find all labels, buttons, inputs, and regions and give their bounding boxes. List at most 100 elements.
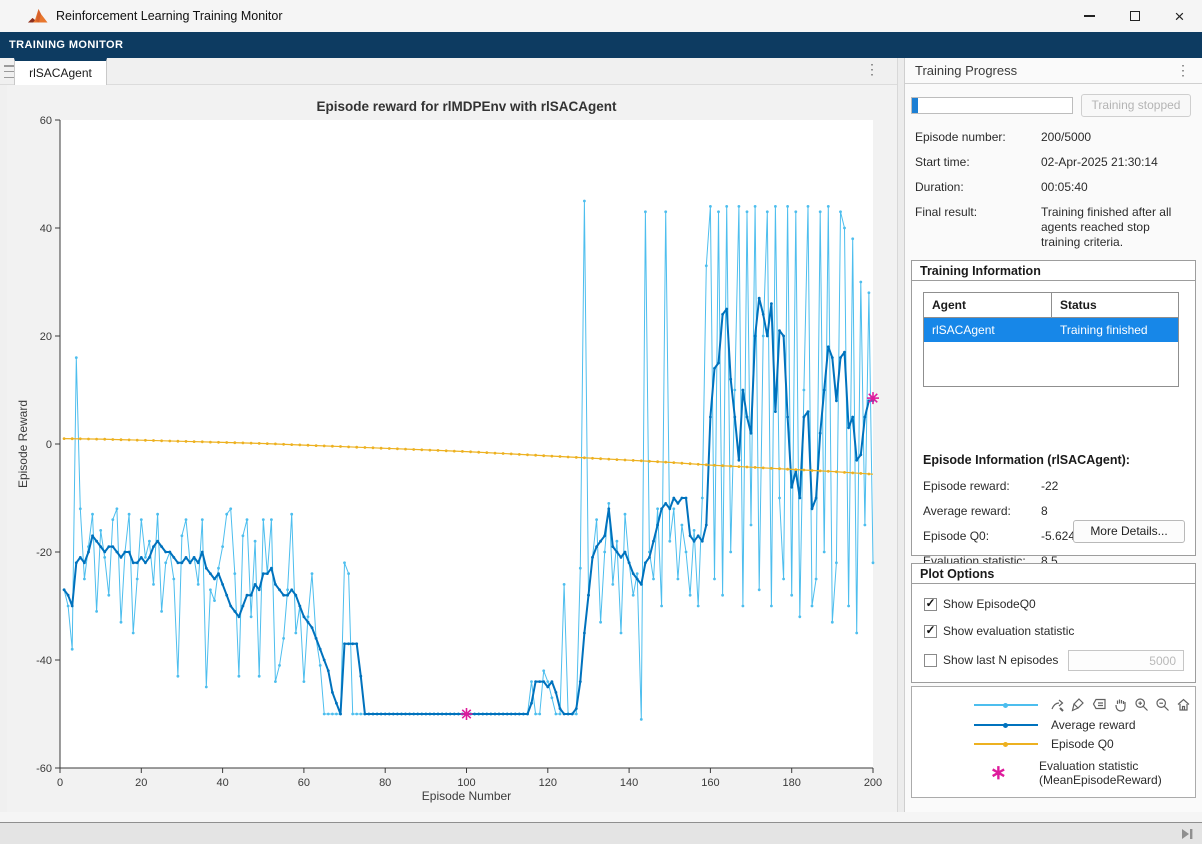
svg-text:Episode reward for rlMDPEnv wi: Episode reward for rlMDPEnv with rlSACAg… <box>316 99 617 114</box>
field-value: 200/5000 <box>1041 130 1192 145</box>
pan-icon[interactable] <box>1111 695 1129 713</box>
ribbon-tab-label[interactable]: TRAINING MONITOR <box>9 39 123 51</box>
zoom-out-icon[interactable] <box>1153 695 1171 713</box>
svg-text:-60: -60 <box>36 763 52 775</box>
n-episodes-input[interactable] <box>1068 650 1184 671</box>
tab-label: rlSACAgent <box>29 66 92 80</box>
close-icon: × <box>1175 8 1185 25</box>
plot-options-section: Plot Options Show EpisodeQ0 Show evaluat… <box>911 563 1196 683</box>
training-information-section: Training Information Agent Status rlSACA… <box>911 260 1196 556</box>
legend-label: Episode Q0 <box>1051 737 1114 751</box>
svg-text:-20: -20 <box>36 547 52 559</box>
panel-splitter[interactable] <box>897 58 905 812</box>
field-value: 00:05:40 <box>1041 180 1192 195</box>
field-value: Training finished after all agents reach… <box>1041 205 1192 250</box>
zoom-in-icon[interactable] <box>1132 695 1150 713</box>
svg-text:100: 100 <box>457 777 475 789</box>
episode-reward-row: Episode reward: -22 <box>923 479 1185 493</box>
legend-asterisk-marker: ∗ <box>990 768 1010 778</box>
field-value: 8 <box>1041 504 1048 518</box>
field-value: 02-Apr-2025 21:30:14 <box>1041 155 1192 170</box>
field-label: Episode Q0: <box>923 529 1041 543</box>
svg-text:40: 40 <box>40 223 52 235</box>
field-label: Episode reward: <box>923 479 1041 493</box>
svg-text:Episode Number: Episode Number <box>422 789 511 803</box>
home-icon[interactable] <box>1174 695 1192 713</box>
table-row[interactable]: rlSACAgent Training finished <box>924 318 1178 342</box>
svg-text:80: 80 <box>379 777 391 789</box>
tab-options-kebab-icon[interactable]: ⋮ <box>865 61 879 78</box>
episode-reward-chart[interactable]: 020406080100120140160180200-60-40-200204… <box>7 85 897 812</box>
option-label: Show evaluation statistic <box>943 624 1074 638</box>
option-label: Show last N episodes <box>943 653 1058 667</box>
svg-text:200: 200 <box>864 777 882 789</box>
datatips-icon[interactable] <box>1090 695 1108 713</box>
svg-text:-40: -40 <box>36 655 52 667</box>
legend-item-episode-q0[interactable]: Episode Q0 <box>912 737 1195 751</box>
svg-text:Episode Reward: Episode Reward <box>16 400 30 488</box>
toolstrip-ribbon: TRAINING MONITOR <box>0 32 1202 58</box>
maximize-icon <box>1130 11 1140 21</box>
tab-rlsacagent[interactable]: rlSACAgent <box>14 58 107 85</box>
episode-information-title: Episode Information (rlSACAgent): <box>923 453 1130 467</box>
svg-text:60: 60 <box>298 777 310 789</box>
document-tab-bar: rlSACAgent ⋮ <box>0 58 897 85</box>
svg-text:60: 60 <box>40 115 52 127</box>
svg-text:20: 20 <box>40 331 52 343</box>
legend-label: Average reward <box>1051 718 1136 732</box>
maximize-button[interactable] <box>1112 0 1157 32</box>
cell-status: Training finished <box>1052 318 1178 342</box>
table-header-row: Agent Status <box>924 293 1178 318</box>
show-last-n-episodes-option[interactable]: Show last N episodes <box>924 653 1194 667</box>
cell-agent: rlSACAgent <box>924 318 1052 342</box>
brush-icon[interactable] <box>1069 695 1087 713</box>
svg-text:0: 0 <box>57 777 63 789</box>
training-plot-panel: 020406080100120140160180200-60-40-200204… <box>7 85 897 812</box>
checkbox-unchecked-icon[interactable] <box>924 654 937 667</box>
column-header-agent[interactable]: Agent <box>924 293 1052 317</box>
show-episodeq0-option[interactable]: Show EpisodeQ0 <box>924 597 1036 611</box>
checkbox-checked-icon[interactable] <box>924 625 937 638</box>
section-title: Plot Options <box>912 564 1195 584</box>
duration-row: Duration: 00:05:40 <box>915 180 1192 195</box>
svg-text:120: 120 <box>539 777 557 789</box>
training-progress-bar <box>911 97 1073 114</box>
training-progress-panel: Training Progress ⋮ Training stopped Epi… <box>905 58 1202 812</box>
field-label: Average reward: <box>923 504 1041 518</box>
legend-label: Evaluation statistic (MeanEpisodeReward) <box>1039 759 1162 787</box>
statusbar-upper-strip <box>0 812 1202 822</box>
legend-marker-dot <box>1003 703 1008 708</box>
field-label: Final result: <box>915 205 1041 250</box>
field-label: Start time: <box>915 155 1041 170</box>
export-icon[interactable] <box>1048 695 1066 713</box>
statusbar <box>0 822 1202 844</box>
average-reward-row: Average reward: 8 <box>923 504 1185 518</box>
axes-toolbar <box>1042 692 1192 716</box>
more-details-button[interactable]: More Details... <box>1073 520 1185 543</box>
legend-line-sample <box>974 743 1038 745</box>
skip-to-end-icon[interactable] <box>1180 827 1194 841</box>
minimize-icon <box>1084 15 1095 16</box>
legend-item-average-reward[interactable]: Average reward <box>912 718 1195 732</box>
minimize-button[interactable] <box>1067 0 1112 32</box>
field-label: Episode number: <box>915 130 1041 145</box>
legend-panel: Episode reward Average reward Episode Q0… <box>911 686 1196 798</box>
tab-grip-icon[interactable] <box>4 65 14 78</box>
option-label: Show EpisodeQ0 <box>943 597 1036 611</box>
svg-text:160: 160 <box>701 777 719 789</box>
field-label: Duration: <box>915 180 1041 195</box>
training-stopped-button[interactable]: Training stopped <box>1081 94 1191 117</box>
legend-item-evaluation-statistic[interactable]: ∗ Evaluation statistic (MeanEpisodeRewar… <box>912 759 1195 787</box>
svg-text:40: 40 <box>216 777 228 789</box>
section-title: Training Information <box>912 261 1195 281</box>
progress-fill <box>912 98 918 113</box>
column-header-status[interactable]: Status <box>1052 293 1178 317</box>
panel-options-kebab-icon[interactable]: ⋮ <box>1176 62 1190 79</box>
svg-text:20: 20 <box>135 777 147 789</box>
svg-text:180: 180 <box>783 777 801 789</box>
checkbox-checked-icon[interactable] <box>924 598 937 611</box>
legend-marker-dot <box>1003 723 1008 728</box>
show-evaluation-statistic-option[interactable]: Show evaluation statistic <box>924 624 1074 638</box>
close-button[interactable]: × <box>1157 0 1202 32</box>
window-title: Reinforcement Learning Training Monitor <box>56 9 283 23</box>
